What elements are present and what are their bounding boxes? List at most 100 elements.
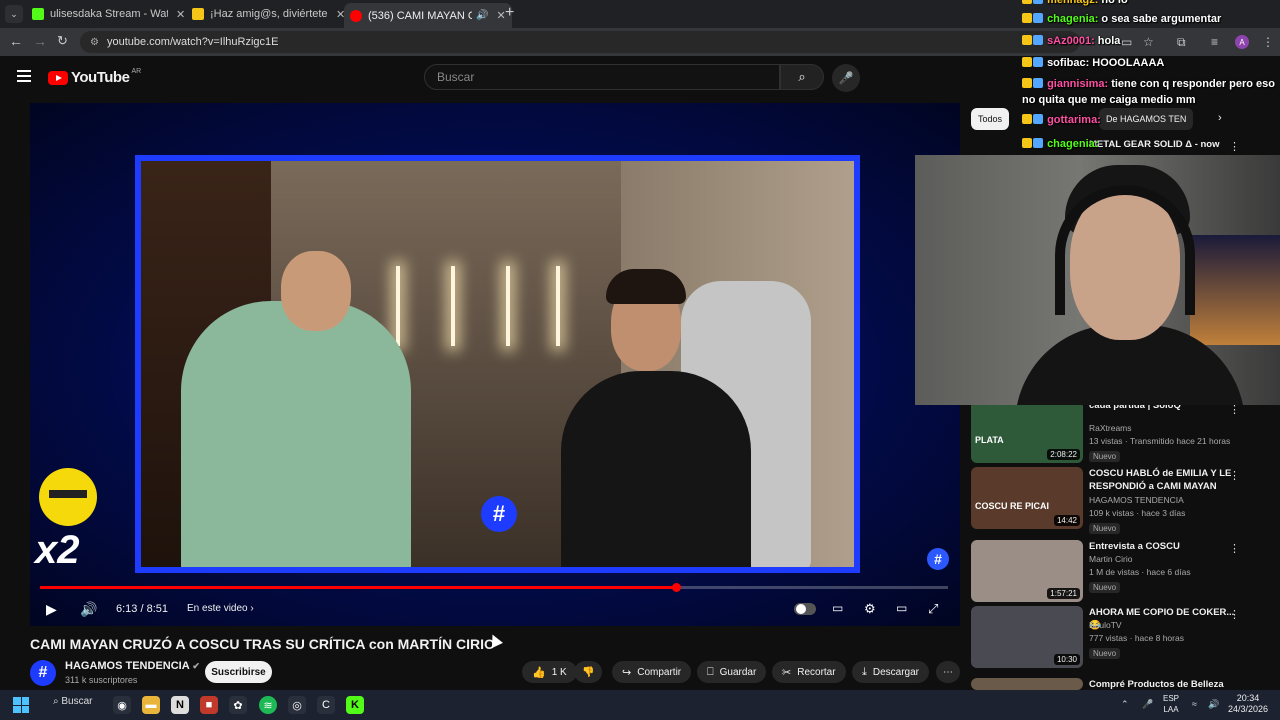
clip-label: Recortar [797, 666, 836, 678]
site-info-icon[interactable]: ⚙ [90, 37, 99, 48]
more-vert-icon[interactable]: ⋮ [1229, 542, 1240, 555]
more-vert-icon[interactable]: ⋮ [1229, 608, 1240, 621]
forward-icon[interactable]: → [33, 33, 47, 49]
steam-icon[interactable]: ◎ [288, 696, 306, 714]
tab-title: (536) CAMI MAYAN CRUZÓ [368, 9, 472, 22]
share-button[interactable]: ↪ Compartir [612, 661, 692, 683]
video-thumbnail[interactable]: 1:57:21 [971, 540, 1083, 602]
chat-message: gottarima: [1022, 112, 1280, 128]
crown-badge-icon [1022, 138, 1032, 148]
chat-username[interactable]: sAz0001: [1047, 35, 1095, 47]
chat-username[interactable]: giannisima: [1047, 78, 1108, 90]
chatgpt-icon[interactable]: ✿ [229, 696, 247, 714]
video-title: CAMI MAYAN CRUZÓ A COSCU TRAS SU CRÍTICA… [30, 636, 495, 652]
fullscreen-icon[interactable]: ⤢ [928, 601, 938, 617]
file-explorer-icon[interactable]: ▬ [142, 696, 160, 714]
sub-badge-icon [1033, 35, 1043, 45]
autoplay-toggle[interactable] [794, 603, 816, 615]
chat-username[interactable]: sofibac: [1047, 57, 1089, 69]
chat-text: hola [1097, 35, 1121, 47]
dislike-button[interactable]: 👎 [574, 661, 603, 683]
rec-meta: 13 vistas · Transmitido hace 21 horas [1089, 436, 1231, 446]
clock[interactable]: 20:34 24/3/2026 [1228, 693, 1268, 715]
chat-username[interactable]: mennagz: [1047, 0, 1098, 6]
back-icon[interactable]: ← [9, 33, 23, 49]
youtube-logo[interactable]: YouTube AR [48, 68, 142, 86]
chat-text: o sea sabe argumentar [1101, 13, 1222, 25]
video-thumbnail[interactable]: COSCU RE PICAI 14:42 [971, 467, 1083, 529]
download-button[interactable]: ⤓ Descargar [852, 661, 930, 683]
sunglasses-emoji-icon [39, 468, 97, 526]
list-item[interactable]: 1:57:21 Entrevista a COSCU Martin Cirio 1 M… [971, 540, 1271, 604]
chat-username[interactable]: chagenia: [1047, 13, 1098, 25]
kick-icon[interactable]: K [346, 696, 364, 714]
chrome-icon[interactable]: ◉ [113, 696, 131, 714]
spotify-icon[interactable]: ≋ [259, 696, 277, 714]
reload-icon[interactable]: ↻ [57, 33, 68, 49]
address-bar[interactable]: ⚙ youtube.com/watch?v=IlhuRzigc1E [80, 31, 1080, 53]
more-vert-icon[interactable]: ⋮ [1229, 469, 1240, 482]
clip-button[interactable]: ✂ Recortar [772, 661, 846, 683]
chat-text: no lo [1101, 0, 1128, 6]
channel-branding-icon[interactable]: # [927, 548, 949, 570]
windows-start-icon[interactable] [13, 697, 29, 713]
like-button[interactable]: 👍 1 K [522, 661, 577, 683]
chapter-button[interactable]: En este video › [187, 603, 254, 614]
search-input[interactable]: Buscar [424, 64, 780, 90]
settings-gear-icon[interactable]: ⚙ [864, 601, 876, 617]
tab-search-dropdown[interactable]: ⌄ [5, 5, 23, 23]
sub-badge-icon [1033, 138, 1043, 148]
volume-icon[interactable]: 🔊 [80, 601, 97, 618]
list-item[interactable]: COSCU RE PICAI 14:42 COSCU HABLÓ de EMILIA… [971, 467, 1271, 534]
new-badge: Nuevo [1089, 451, 1121, 462]
video-thumbnail[interactable]: PLATA 2:08:22 [971, 401, 1083, 463]
clock-date: 24/3/2026 [1228, 704, 1269, 714]
country-code: AR [131, 68, 142, 75]
crown-badge-icon [1022, 13, 1032, 23]
video-progress-bar[interactable] [40, 583, 948, 592]
mic-tray-icon[interactable]: 🎤 [1142, 699, 1153, 710]
list-item[interactable]: PLATA 2:08:22 cada partida | SoloQ RaXtream… [971, 400, 1271, 465]
chip-todos[interactable]: Todos [971, 108, 1010, 130]
scrubber-knob[interactable] [671, 583, 681, 592]
tab-youtube-active[interactable]: (536) CAMI MAYAN CRUZÓ 🔊 ✕ [344, 3, 512, 28]
rec-channel: Martin Cirio [1089, 554, 1133, 564]
channel-name[interactable]: HAGAMOS TENDENCIA ✔ [65, 660, 200, 672]
video-thumbnail[interactable]: 10:30 [971, 606, 1083, 668]
more-actions-button[interactable]: ⋯ [936, 661, 960, 683]
sub-badge-icon [1033, 0, 1043, 4]
crown-badge-icon [1022, 114, 1032, 124]
new-tab-button[interactable]: + [505, 4, 514, 22]
tray-overflow-icon[interactable]: ⌃ [1121, 699, 1129, 710]
tab-chat-site[interactable]: ¡Haz amig@s, diviértete y date ✕ [186, 3, 351, 25]
play-icon[interactable]: ▶ [46, 601, 57, 618]
search-button[interactable]: ⌕ [780, 64, 824, 90]
tab-title: ¡Haz amig@s, diviértete y date [210, 8, 328, 20]
list-item[interactable]: Compré Productos de Belleza [971, 678, 1271, 690]
menu-icon[interactable] [17, 70, 31, 85]
chat-username[interactable]: gottarima: [1047, 114, 1101, 126]
chat-message: chagenia: [1022, 136, 1280, 152]
close-tab-icon[interactable]: ✕ [176, 8, 185, 21]
speaker-icon[interactable]: 🔊 [1208, 699, 1219, 710]
video-thumbnail[interactable] [971, 678, 1083, 690]
chat-username[interactable]: chagenia: [1047, 138, 1098, 150]
share-label: Compartir [637, 666, 682, 678]
list-item[interactable]: 10:30 AHORA ME COPIO DE COKER... 😂 BauloTV… [971, 606, 1271, 670]
language-indicator[interactable]: ESP LAA [1163, 693, 1179, 715]
theater-mode-icon[interactable]: ▭ [896, 601, 907, 615]
voice-search-button[interactable]: 🎤 [832, 64, 860, 92]
tab-kick-stream[interactable]: ulisesdaka Stream - Watch Live ✕ [26, 3, 191, 25]
app-icon[interactable]: ■ [200, 696, 218, 714]
app-c-icon[interactable]: C [317, 696, 335, 714]
subscribe-button[interactable]: Suscribirse [205, 661, 272, 683]
taskbar-search[interactable]: ⌕ Buscar [53, 696, 93, 707]
video-player[interactable]: # x2 # ▶ 🔊 6:13 / 8:51 En este video › ▭… [30, 103, 960, 626]
save-button[interactable]: ⎕ Guardar [697, 661, 767, 683]
audio-playing-icon[interactable]: 🔊 [476, 10, 488, 21]
wifi-icon[interactable]: ≈ [1192, 699, 1197, 709]
notion-icon[interactable]: N [171, 696, 189, 714]
subtitles-icon[interactable]: ▭ [832, 601, 843, 615]
chat-message: sofibac: HOOOLAAAA [1022, 55, 1280, 71]
channel-avatar[interactable]: # [30, 660, 56, 686]
